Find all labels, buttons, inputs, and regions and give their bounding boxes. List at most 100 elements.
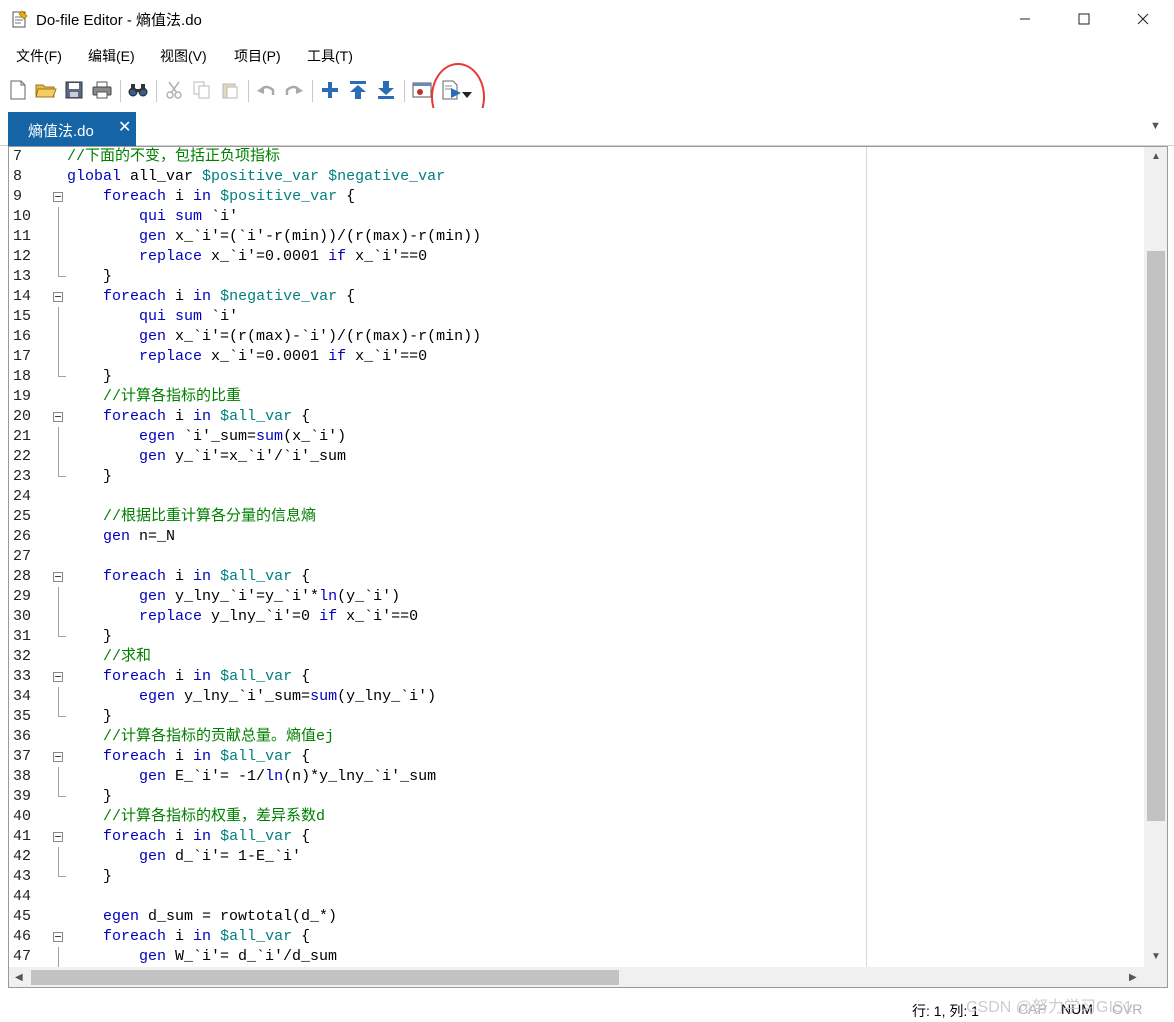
code-line[interactable]: 35 } bbox=[9, 707, 869, 727]
previous-bookmark-icon[interactable] bbox=[346, 78, 370, 102]
code-line[interactable]: 32 //求和 bbox=[9, 647, 869, 667]
code-line[interactable]: 25 //根据比重计算各分量的信息熵 bbox=[9, 507, 869, 527]
code-line[interactable]: 9 foreach i in $positive_var { bbox=[9, 187, 869, 207]
code-line[interactable]: 40 //计算各指标的权重，差异系数d bbox=[9, 807, 869, 827]
code-line[interactable]: 41 foreach i in $all_var { bbox=[9, 827, 869, 847]
print-icon[interactable] bbox=[90, 78, 114, 102]
code-line[interactable]: 21 egen `i'_sum=sum(x_`i') bbox=[9, 427, 869, 447]
code-line[interactable]: 45 egen d_sum = rowtotal(d_*) bbox=[9, 907, 869, 927]
line-number: 21 bbox=[13, 428, 32, 445]
new-file-icon[interactable] bbox=[6, 78, 30, 102]
save-icon[interactable] bbox=[62, 78, 86, 102]
code-line[interactable]: 29 gen y_lny_`i'=y_`i'*ln(y_`i') bbox=[9, 587, 869, 607]
fold-end-guide bbox=[49, 867, 66, 887]
tab-close-icon[interactable]: ✕ bbox=[118, 117, 131, 137]
code-line[interactable]: 38 gen E_`i'= -1/ln(n)*y_lny_`i'_sum bbox=[9, 767, 869, 787]
menu-tools[interactable]: 工具(T) bbox=[307, 46, 353, 66]
code-line[interactable]: 47 gen W_`i'= d_`i'/d_sum bbox=[9, 947, 869, 967]
fold-margin bbox=[49, 647, 65, 667]
toggle-bookmark-icon[interactable] bbox=[318, 78, 342, 102]
scroll-left-icon[interactable]: ◀ bbox=[15, 972, 23, 983]
code-line[interactable]: 22 gen y_`i'=x_`i'/`i'_sum bbox=[9, 447, 869, 467]
fold-collapse-icon[interactable] bbox=[49, 287, 65, 307]
code-line[interactable]: 11 gen x_`i'=(`i'-r(min))/(r(max)-r(min)… bbox=[9, 227, 869, 247]
scroll-up-icon[interactable]: ▲ bbox=[1151, 151, 1161, 162]
copy-icon[interactable] bbox=[190, 78, 214, 102]
menu-view[interactable]: 视图(V) bbox=[160, 46, 207, 66]
code-text: } bbox=[67, 368, 113, 385]
code-line[interactable]: 28 foreach i in $all_var { bbox=[9, 567, 869, 587]
menu-file[interactable]: 文件(F) bbox=[16, 46, 62, 66]
next-bookmark-icon[interactable] bbox=[374, 78, 398, 102]
code-line[interactable]: 43 } bbox=[9, 867, 869, 887]
redo-icon[interactable] bbox=[282, 78, 306, 102]
fold-collapse-icon[interactable] bbox=[49, 927, 65, 947]
vertical-scroll-thumb[interactable] bbox=[1147, 251, 1165, 821]
fold-collapse-icon[interactable] bbox=[49, 407, 65, 427]
scroll-right-icon[interactable]: ▶ bbox=[1129, 972, 1137, 983]
code-line[interactable]: 13 } bbox=[9, 267, 869, 287]
code-line[interactable]: 10 qui sum `i' bbox=[9, 207, 869, 227]
code-line[interactable]: 42 gen d_`i'= 1-E_`i' bbox=[9, 847, 869, 867]
code-text: //下面的不变，包括正负项指标 bbox=[67, 148, 281, 165]
code-text: egen d_sum = rowtotal(d_*) bbox=[103, 908, 338, 925]
code-text: gen y_lny_`i'=y_`i'*ln(y_`i') bbox=[139, 588, 401, 605]
code-line[interactable]: 44 bbox=[9, 887, 869, 907]
code-line[interactable]: 31 } bbox=[9, 627, 869, 647]
code-line[interactable]: 12 replace x_`i'=0.0001 if x_`i'==0 bbox=[9, 247, 869, 267]
fold-collapse-icon[interactable] bbox=[49, 667, 65, 687]
code-line[interactable]: 7 //下面的不变，包括正负项指标 bbox=[9, 147, 869, 167]
code-text: //计算各指标的比重 bbox=[103, 388, 242, 405]
code-editor[interactable]: 7 //下面的不变，包括正负项指标 8 global all_var $positiv… bbox=[8, 146, 1168, 988]
code-line[interactable]: 18 } bbox=[9, 367, 869, 387]
close-window-button[interactable] bbox=[1114, 0, 1172, 38]
code-line[interactable]: 26 gen n=_N bbox=[9, 527, 869, 547]
maximize-button[interactable] bbox=[1055, 0, 1113, 38]
code-line[interactable]: 20 foreach i in $all_var { bbox=[9, 407, 869, 427]
code-line[interactable]: 23 } bbox=[9, 467, 869, 487]
menu-edit[interactable]: 编辑(E) bbox=[88, 46, 135, 66]
line-number: 14 bbox=[13, 288, 32, 305]
line-number: 9 bbox=[13, 188, 23, 205]
code-text: } bbox=[67, 268, 113, 285]
minimize-button[interactable] bbox=[996, 0, 1054, 38]
tab-list-chevron-icon[interactable]: ▼ bbox=[1150, 120, 1161, 132]
undo-icon[interactable] bbox=[254, 78, 278, 102]
code-line[interactable]: 37 foreach i in $all_var { bbox=[9, 747, 869, 767]
code-line[interactable]: 8 global all_var $positive_var $negative_… bbox=[9, 167, 869, 187]
code-line[interactable]: 34 egen y_lny_`i'_sum=sum(y_lny_`i') bbox=[9, 687, 869, 707]
horizontal-scroll-thumb[interactable] bbox=[31, 970, 619, 985]
open-folder-icon[interactable] bbox=[34, 78, 58, 102]
fold-collapse-icon[interactable] bbox=[49, 187, 65, 207]
find-binoculars-icon[interactable] bbox=[126, 78, 150, 102]
fold-collapse-icon[interactable] bbox=[49, 567, 65, 587]
menu-project[interactable]: 项目(P) bbox=[234, 46, 281, 66]
code-line[interactable]: 36 //计算各指标的贡献总量。熵值ej bbox=[9, 727, 869, 747]
code-text: } bbox=[67, 868, 113, 885]
code-line[interactable]: 46 foreach i in $all_var { bbox=[9, 927, 869, 947]
line-number: 13 bbox=[13, 268, 32, 285]
fold-collapse-icon[interactable] bbox=[49, 747, 65, 767]
line-number: 47 bbox=[13, 948, 32, 965]
code-line[interactable]: 33 foreach i in $all_var { bbox=[9, 667, 869, 687]
code-line[interactable]: 14 foreach i in $negative_var { bbox=[9, 287, 869, 307]
fold-guide bbox=[49, 247, 65, 267]
scroll-down-icon[interactable]: ▼ bbox=[1151, 951, 1161, 962]
code-line[interactable]: 27 bbox=[9, 547, 869, 567]
code-line[interactable]: 39 } bbox=[9, 787, 869, 807]
code-line[interactable]: 15 qui sum `i' bbox=[9, 307, 869, 327]
tab-do-file[interactable]: 熵值法.do ✕ bbox=[8, 112, 136, 146]
tab-label: 熵值法.do bbox=[28, 123, 94, 140]
code-line[interactable]: 30 replace y_lny_`i'=0 if x_`i'==0 bbox=[9, 607, 869, 627]
line-number: 29 bbox=[13, 588, 32, 605]
code-line[interactable]: 16 gen x_`i'=(r(max)-`i')/(r(max)-r(min)… bbox=[9, 327, 869, 347]
code-line[interactable]: 19 //计算各指标的比重 bbox=[9, 387, 869, 407]
code-line[interactable]: 17 replace x_`i'=0.0001 if x_`i'==0 bbox=[9, 347, 869, 367]
cut-icon[interactable] bbox=[162, 78, 186, 102]
fold-collapse-icon[interactable] bbox=[49, 827, 65, 847]
paste-icon[interactable] bbox=[218, 78, 242, 102]
fold-end-guide bbox=[49, 267, 66, 287]
code-line[interactable]: 24 bbox=[9, 487, 869, 507]
line-number: 7 bbox=[13, 148, 23, 165]
fold-end-guide bbox=[49, 367, 66, 387]
